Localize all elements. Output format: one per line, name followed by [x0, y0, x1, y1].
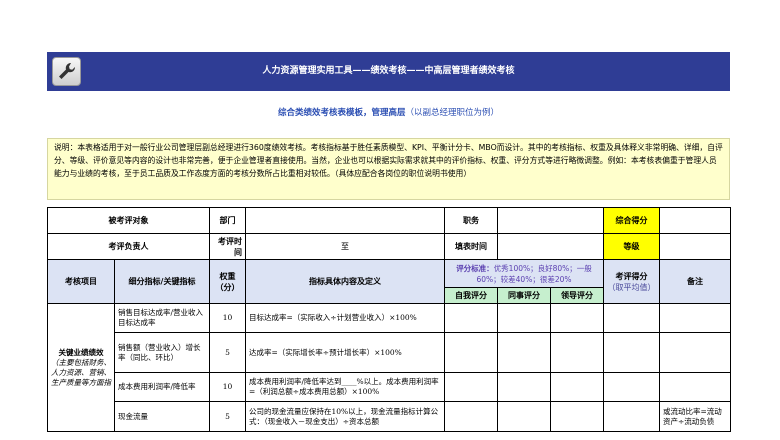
row-peer-score[interactable]	[497, 332, 551, 373]
row-final-score[interactable]	[603, 372, 660, 402]
title-banner: 人力资源管理实用工具——绩效考核——中高层管理者绩效考核	[47, 52, 730, 91]
row-leader-score[interactable]	[550, 332, 604, 373]
row-weight: 5	[209, 401, 246, 432]
row-self-score[interactable]	[444, 372, 498, 402]
fill-date-value[interactable]	[497, 233, 604, 260]
header-definition: 指标具体内容及定义	[245, 259, 445, 304]
header-self: 自我评分	[444, 287, 498, 304]
row-weight: 10	[209, 372, 246, 402]
row-self-score[interactable]	[444, 401, 498, 432]
row-peer-score[interactable]	[497, 401, 551, 432]
final-label: 考评得分	[615, 271, 648, 281]
row-indicator: 现金流量	[114, 401, 210, 432]
owner-label: 考评负责人	[47, 233, 210, 260]
category-desc: （主要包括财务、人力资源、营销、生产质量等方面指	[51, 357, 111, 387]
header-remark: 备注	[659, 259, 731, 304]
table-row: 成本费用利润率/降低率 10 成本费用利润率/降低率达到____%以上。成本费用…	[48, 372, 731, 402]
header-item: 考核项目	[47, 259, 115, 304]
grade-label: 等级	[603, 233, 660, 260]
row-indicator: 销售目标达成率/营业收入目标达成率	[114, 303, 210, 333]
total-score-label: 综合得分	[603, 207, 660, 234]
table-row: 关键业绩绩效 （主要包括财务、人力资源、营销、生产质量等方面指 销售目标达成率/营…	[47, 303, 731, 432]
row-leader-score[interactable]	[550, 303, 604, 333]
row-final-score[interactable]	[603, 401, 660, 432]
header-leader: 领导评分	[550, 287, 604, 304]
row-peer-score[interactable]	[497, 303, 551, 333]
header-peer: 同事评分	[497, 287, 551, 304]
position-value[interactable]	[497, 207, 604, 234]
header-row-1: 考核项目 细分指标/关键指标 权重（分） 指标具体内容及定义 评分标准：优秀10…	[47, 259, 731, 304]
table-row: 现金流量 5 公司的现金流量应保持在10%以上，现金流量指标计算公式：（现金收入…	[48, 401, 731, 432]
row-remark	[659, 332, 731, 373]
row-definition: 成本费用利润率/降低率达到____%以上。成本费用利润率=（利润总额÷成本费用总…	[245, 372, 445, 402]
department-value[interactable]	[245, 207, 445, 234]
info-row-2: 考评负责人 考评时间 至 填表时间 等级	[47, 233, 731, 260]
final-hint: （取平均值）	[607, 282, 656, 292]
header-final: 考评得分 （取平均值）	[603, 259, 660, 304]
row-peer-score[interactable]	[497, 372, 551, 402]
row-final-score[interactable]	[603, 332, 660, 373]
row-definition: 目标达成率=（实际收入÷计划营业收入）×100%	[245, 303, 445, 333]
table-row: 销售额（营业收入）增长率（同比、环比） 5 达成率=（实际增长率÷预计增长率）×…	[48, 332, 731, 373]
row-remark	[659, 303, 731, 333]
row-remark	[659, 372, 731, 402]
row-self-score[interactable]	[444, 303, 498, 333]
row-indicator: 销售额（营业收入）增长率（同比、环比）	[114, 332, 210, 373]
instructions-note: 说明：本表格适用于对一般行业公司管理层副总经理进行360度绩效考核。考核指标基于…	[47, 138, 730, 200]
period-to: 至	[245, 233, 445, 260]
department-label: 部门	[209, 207, 246, 234]
period-label: 考评时间	[209, 233, 246, 260]
form-subtitle: 综合类绩效考核表模板，管理高层（以副总经理职位为例）	[47, 106, 730, 118]
row-leader-score[interactable]	[550, 372, 604, 402]
subtitle-main: 综合类绩效考核表模板，管理高层	[277, 108, 406, 118]
row-weight: 10	[209, 303, 246, 333]
row-definition: 公司的现金流量应保持在10%以上，现金流量指标计算公式：（现金收入－现金支出）÷…	[245, 401, 445, 432]
header-scale: 评分标准：优秀100%；良好80%；一般60%；较差40%；很差20%	[444, 259, 604, 288]
row-definition: 达成率=（实际增长率÷预计增长率）×100%	[245, 332, 445, 373]
row-leader-score[interactable]	[550, 401, 604, 432]
subtitle-paren: （以副总经理职位为例）	[405, 108, 500, 118]
scale-prefix: 评分标准：	[456, 263, 494, 273]
appraisal-table: 被考评对象 部门 职务 综合得分 考评负责人 考评时间 至 填表时间 等级 考核…	[47, 207, 731, 432]
examinee-label: 被考评对象	[47, 207, 210, 234]
row-weight: 5	[209, 332, 246, 373]
category-name: 关键业绩绩效	[58, 347, 104, 357]
header-weight: 权重（分）	[209, 259, 246, 304]
fill-date-label: 填表时间	[444, 233, 498, 260]
banner-title: 人力资源管理实用工具——绩效考核——中高层管理者绩效考核	[262, 66, 515, 76]
row-self-score[interactable]	[444, 332, 498, 373]
position-label: 职务	[444, 207, 498, 234]
grade-value[interactable]	[659, 233, 731, 260]
header-indicator: 细分指标/关键指标	[114, 259, 210, 304]
total-score-value[interactable]	[659, 207, 731, 234]
info-row-1: 被考评对象 部门 职务 综合得分	[47, 207, 731, 234]
category-cell: 关键业绩绩效 （主要包括财务、人力资源、营销、生产质量等方面指	[47, 303, 115, 432]
scale-rest: 优秀100%；良好80%；一般60%；较差40%；很差20%	[476, 263, 592, 284]
row-indicator: 成本费用利润率/降低率	[114, 372, 210, 402]
row-remark: 或流动比率=流动资产÷流动负债	[659, 401, 731, 432]
row-final-score[interactable]	[603, 303, 660, 333]
